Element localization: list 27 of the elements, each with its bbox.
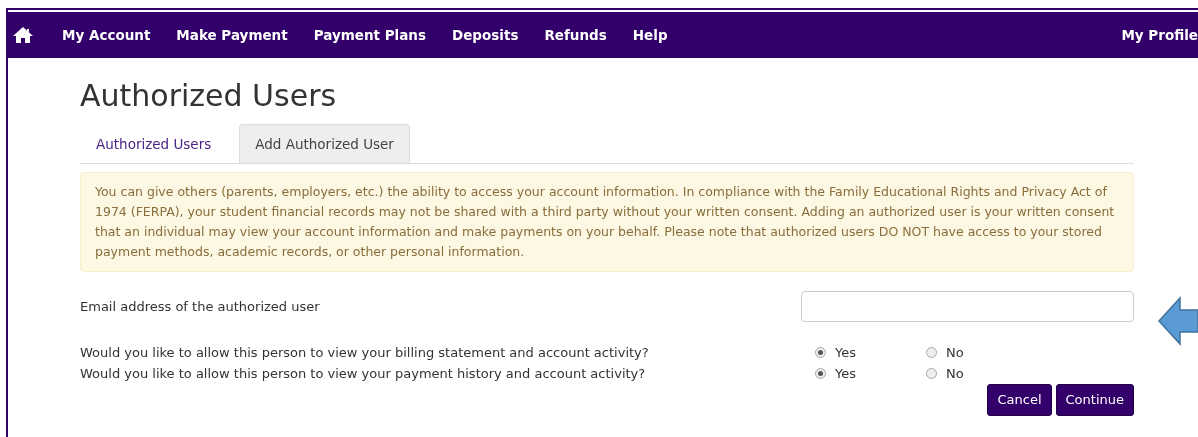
option-label: Yes <box>835 364 856 383</box>
option-label: Yes <box>835 343 856 362</box>
tab[interactable]: Authorized Users <box>80 124 228 163</box>
question-text: Would you like to allow this person to view your billing statement and account activity? <box>80 343 650 362</box>
radio-button[interactable] <box>926 368 937 379</box>
nav-link[interactable]: Help <box>632 24 668 46</box>
nav-link[interactable]: Deposits <box>452 24 519 46</box>
option-label: No <box>946 364 964 383</box>
arrow-left-icon <box>1158 296 1198 346</box>
page-title: Authorized Users <box>80 78 338 114</box>
tab[interactable]: Add Authorized User <box>239 124 410 163</box>
email-input-field[interactable] <box>801 291 1134 322</box>
field-label: Email address of the authorized user <box>80 297 320 316</box>
nav-link[interactable]: Make Payment <box>176 24 288 46</box>
question-text: Would you like to allow this person to view your payment history and account activity? <box>80 364 647 383</box>
radio-button[interactable] <box>815 347 826 358</box>
radio-button[interactable] <box>926 347 937 358</box>
nav-link[interactable]: Payment Plans <box>313 24 426 46</box>
radio-button[interactable] <box>815 368 826 379</box>
form-button[interactable]: Continue <box>1055 384 1134 416</box>
nav-link[interactable]: Refunds <box>544 24 607 46</box>
notice-alert: You can give others (parents, employers, etc.) the ability to access your account information. In compliance with the Family Educational Rights and Privacy Act of 1974 (FERPA), your student financial records may not be shared with a third party without your written consent. Adding an authorized user is your written consent that an individual may view your account information and make payments on your behalf. Please note that authorized users DO NOT have access to your stored payment methods, academic records, or other personal information. <box>80 172 1134 272</box>
form-button[interactable]: Cancel <box>987 384 1052 416</box>
home-icon[interactable] <box>12 26 34 44</box>
nav-link[interactable]: My Account <box>62 24 151 46</box>
option-label: No <box>946 343 964 362</box>
nav-link[interactable]: My Profile <box>1121 24 1198 46</box>
